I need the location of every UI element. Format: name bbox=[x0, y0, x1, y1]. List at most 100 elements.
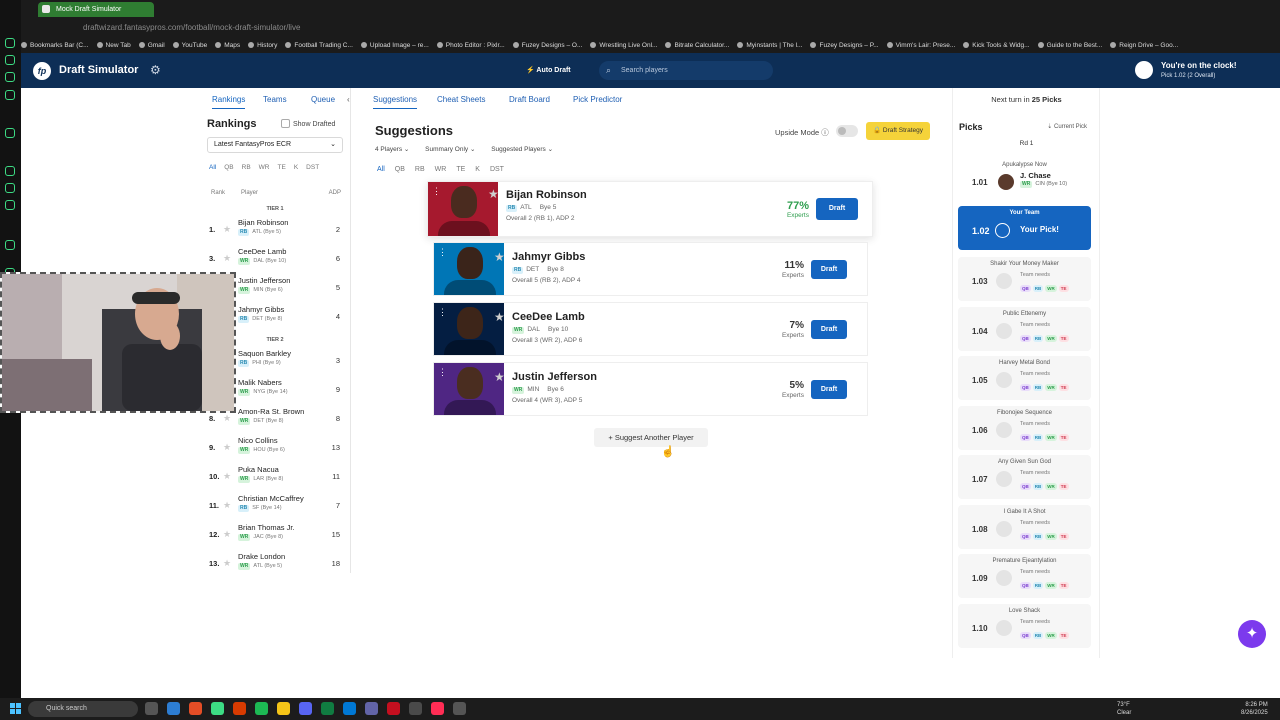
ranking-row[interactable]: 3. ★ CeeDee Lamb WR DAL (Bye 10) 6 bbox=[207, 244, 343, 272]
position-filter-dst[interactable]: DST bbox=[306, 164, 319, 171]
taskbar-app-icon[interactable] bbox=[343, 702, 356, 715]
suggest-another-player-button[interactable]: + Suggest Another Player bbox=[594, 428, 708, 447]
upside-mode-toggle[interactable] bbox=[836, 125, 858, 137]
current-pick-link[interactable]: ⇣ Current Pick bbox=[1047, 123, 1087, 130]
draft-strategy-button[interactable]: 🔒 Draft Strategy bbox=[866, 122, 930, 140]
ranking-row[interactable]: 9. ★ Nico Collins WR HOU (Bye 6) 13 bbox=[207, 433, 343, 461]
player-count-select[interactable]: 4 Players ⌄ bbox=[375, 146, 409, 153]
rankings-source-select[interactable]: Latest FantasyPros ECR ⌄ bbox=[207, 137, 343, 153]
bookmark-item[interactable]: Vimm's Lair: Prese... bbox=[887, 38, 956, 53]
taskbar-app-icon[interactable] bbox=[431, 702, 444, 715]
bookmark-item[interactable]: Fuzey Designs – O... bbox=[513, 38, 583, 53]
star-icon[interactable]: ★ bbox=[223, 442, 231, 453]
taskbar-app-icon[interactable] bbox=[299, 702, 312, 715]
star-icon[interactable]: ★ bbox=[223, 413, 231, 424]
star-icon[interactable]: ★ bbox=[488, 187, 499, 201]
tab-teams[interactable]: Teams bbox=[263, 95, 287, 104]
star-icon[interactable]: ★ bbox=[223, 224, 231, 235]
bookmark-item[interactable]: Guide to the Best... bbox=[1038, 38, 1103, 53]
collapse-panel-icon[interactable]: ‹ bbox=[347, 95, 350, 104]
bookmark-item[interactable]: Maps bbox=[215, 38, 240, 53]
gear-icon[interactable]: ⚙ bbox=[150, 63, 161, 77]
sidebar-app-icon[interactable] bbox=[5, 90, 15, 100]
ranking-row[interactable]: 11. ★ Christian McCaffrey RB SF (Bye 14) 7 bbox=[207, 491, 343, 519]
pick-slot[interactable]: Fibonojee Sequence 1.06 Team needs QB RB WR TE bbox=[958, 406, 1091, 450]
position-filter-all[interactable]: All bbox=[209, 164, 216, 171]
more-options-icon[interactable]: ⋮ bbox=[432, 186, 441, 197]
star-icon[interactable]: ★ bbox=[223, 529, 231, 540]
ranking-row[interactable]: 10. ★ Puka Nacua WR LAR (Bye 8) 11 bbox=[207, 462, 343, 490]
position-filter-qb[interactable]: QB bbox=[224, 164, 233, 171]
bookmark-item[interactable]: Fuzey Designs – P... bbox=[810, 38, 878, 53]
weather-widget[interactable]: 73°F Clear bbox=[1117, 701, 1131, 717]
bookmark-item[interactable]: History bbox=[248, 38, 277, 53]
taskbar-app-icon[interactable] bbox=[365, 702, 378, 715]
windows-start-icon[interactable] bbox=[10, 703, 21, 714]
pick-slot[interactable]: Shakir Your Money Maker 1.03 Team needs QB R… bbox=[958, 257, 1091, 301]
bookmark-item[interactable]: Wrestling Live Onl... bbox=[590, 38, 657, 53]
pick-slot[interactable]: Premature Ejeantylation 1.09 Team needs QB R… bbox=[958, 554, 1091, 598]
taskbar-app-icon[interactable] bbox=[453, 702, 466, 715]
pick-slot[interactable]: Harvey Metal Bond 1.05 Team needs QB RB WR TE bbox=[958, 356, 1091, 400]
position-filter-rb[interactable]: RB bbox=[415, 166, 425, 173]
draft-button[interactable]: Draft bbox=[811, 380, 847, 399]
star-icon[interactable]: ★ bbox=[223, 253, 231, 264]
show-drafted-checkbox[interactable]: Show Drafted bbox=[281, 119, 335, 128]
tab-suggestions[interactable]: Suggestions bbox=[373, 95, 418, 109]
tab-queue[interactable]: Queue bbox=[311, 95, 335, 104]
more-options-icon[interactable]: ⋮ bbox=[438, 367, 447, 378]
star-icon[interactable]: ★ bbox=[494, 370, 505, 384]
taskbar-app-icon[interactable] bbox=[321, 702, 334, 715]
bookmark-item[interactable]: Kick Tools & Widg... bbox=[963, 38, 1029, 53]
bookmark-item[interactable]: Football Trading C... bbox=[285, 38, 353, 53]
position-filter-te[interactable]: TE bbox=[278, 164, 286, 171]
position-filter-wr[interactable]: WR bbox=[435, 166, 447, 173]
summary-select[interactable]: Summary Only ⌄ bbox=[425, 146, 475, 153]
more-options-icon[interactable]: ⋮ bbox=[438, 247, 447, 258]
position-filter-wr[interactable]: WR bbox=[259, 164, 270, 171]
star-icon[interactable]: ★ bbox=[494, 250, 505, 264]
taskbar-search[interactable]: Quick search bbox=[28, 701, 138, 717]
bookmark-item[interactable]: Bitrate Calculator... bbox=[665, 38, 729, 53]
browser-tab[interactable]: Mock Draft Simulator bbox=[38, 2, 154, 17]
auto-draft-button[interactable]: ⚡ Auto Draft bbox=[526, 66, 571, 74]
clock[interactable]: 8:26 PM 8/26/2025 bbox=[1241, 701, 1268, 717]
position-filter-rb[interactable]: RB bbox=[242, 164, 251, 171]
star-icon[interactable]: ★ bbox=[494, 310, 505, 324]
ranking-row[interactable]: 12. ★ Brian Thomas Jr. WR JAC (Bye 8) 15 bbox=[207, 520, 343, 548]
sidebar-app-icon[interactable] bbox=[5, 128, 15, 138]
bookmark-item[interactable]: Bookmarks Bar (C... bbox=[21, 38, 89, 53]
bookmark-item[interactable]: Myinstants | The l... bbox=[737, 38, 802, 53]
pick-slot[interactable]: Any Given Sun God 1.07 Team needs QB RB WR TE bbox=[958, 455, 1091, 499]
pick-slot[interactable]: I Gabe It A Shot 1.08 Team needs QB RB WR TE bbox=[958, 505, 1091, 549]
bookmark-item[interactable]: Upload Image – re... bbox=[361, 38, 429, 53]
taskbar-app-icon[interactable] bbox=[189, 702, 202, 715]
taskbar-app-icon[interactable] bbox=[145, 702, 158, 715]
fantasypros-logo[interactable]: fp bbox=[33, 62, 51, 80]
star-icon[interactable]: ★ bbox=[223, 500, 231, 511]
draft-button[interactable]: Draft bbox=[816, 198, 858, 220]
taskbar-app-icon[interactable] bbox=[233, 702, 246, 715]
bookmark-item[interactable]: Reign Drive – Goo... bbox=[1110, 38, 1178, 53]
assistant-sparkle-icon[interactable]: ✦ bbox=[1238, 620, 1266, 648]
more-options-icon[interactable]: ⋮ bbox=[438, 307, 447, 318]
taskbar-app-icon[interactable] bbox=[387, 702, 400, 715]
pick-slot[interactable]: Your Team 1.02 Your Pick! bbox=[958, 206, 1091, 250]
tab-draft-board[interactable]: Draft Board bbox=[509, 95, 550, 104]
taskbar-app-icon[interactable] bbox=[277, 702, 290, 715]
position-filter-all[interactable]: All bbox=[377, 166, 385, 173]
pick-slot[interactable]: Apukalypse Now 1.01 J. Chase WR CIN (Bye 10) bbox=[958, 158, 1091, 202]
search-input[interactable]: ⌕ Search players bbox=[599, 61, 773, 80]
ranking-row[interactable]: 1. ★ Bijan Robinson RB ATL (Bye 5) 2 bbox=[207, 215, 343, 243]
position-filter-qb[interactable]: QB bbox=[395, 166, 405, 173]
position-filter-dst[interactable]: DST bbox=[490, 166, 504, 173]
bookmark-item[interactable]: Gmail bbox=[139, 38, 165, 53]
bookmark-item[interactable]: YouTube bbox=[173, 38, 208, 53]
pick-slot[interactable]: Public Ettenemy 1.04 Team needs QB RB WR TE bbox=[958, 307, 1091, 351]
star-icon[interactable]: ★ bbox=[223, 558, 231, 569]
taskbar-app-icon[interactable] bbox=[167, 702, 180, 715]
bookmark-item[interactable]: Photo Editor : Pixlr... bbox=[437, 38, 505, 53]
sidebar-app-icon[interactable] bbox=[5, 200, 15, 210]
tab-cheat-sheets[interactable]: Cheat Sheets bbox=[437, 95, 485, 104]
sidebar-app-icon[interactable] bbox=[5, 72, 15, 82]
